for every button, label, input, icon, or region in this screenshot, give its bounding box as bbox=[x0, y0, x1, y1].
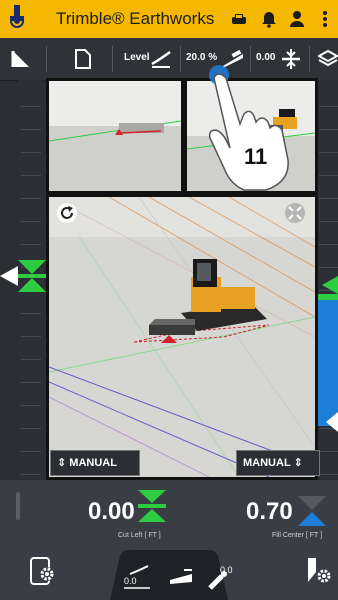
tap-gesture-hand-icon bbox=[208, 65, 289, 191]
left-caption: Cut Left [ FT ] bbox=[118, 532, 161, 539]
right-manual-label: MANUAL bbox=[243, 457, 291, 469]
reset-rotation-icon[interactable] bbox=[56, 202, 78, 224]
machine-settings-icon[interactable] bbox=[304, 556, 334, 586]
layers-icon[interactable] bbox=[318, 48, 338, 70]
page-indicator bbox=[156, 540, 196, 553]
guidance-segment bbox=[319, 153, 338, 176]
guidance-segment bbox=[21, 176, 41, 199]
arrow-updown-icon: ⇕ bbox=[57, 457, 67, 469]
main-3d-view[interactable] bbox=[46, 194, 318, 480]
guidance-segment bbox=[21, 360, 41, 383]
guidance-segment bbox=[21, 383, 41, 406]
guidance-segment bbox=[21, 130, 41, 153]
guidance-segment bbox=[319, 176, 338, 199]
fill-indicator-bar bbox=[316, 296, 338, 426]
guidance-segment bbox=[21, 153, 41, 176]
guidance-segment bbox=[319, 452, 338, 475]
toolbar-divider bbox=[180, 46, 181, 72]
more-vertical-icon[interactable] bbox=[318, 9, 332, 29]
guidance-segment bbox=[21, 337, 41, 360]
right-caption-unit: [ FT ] bbox=[305, 532, 323, 539]
right-caption: Fill Center [ FT ] bbox=[272, 532, 322, 539]
antenna-offset-icon[interactable]: 0.0 bbox=[206, 562, 236, 592]
fill-indicator-icon bbox=[298, 496, 326, 526]
right-caption-text: Fill Center bbox=[272, 532, 304, 539]
toolbar-divider bbox=[46, 46, 47, 72]
arrow-updown-icon: ⇕ bbox=[293, 457, 303, 469]
bell-icon[interactable] bbox=[259, 9, 279, 29]
app-bar: Trimble® Earthworks bbox=[0, 0, 338, 38]
plan-view-scene bbox=[49, 81, 181, 191]
guidance-segment bbox=[21, 429, 41, 452]
guidance-segment bbox=[21, 222, 41, 245]
level-settings-icon[interactable]: 0.0 bbox=[122, 562, 152, 592]
guidance-segment bbox=[319, 245, 338, 268]
device-settings-icon[interactable] bbox=[28, 556, 58, 586]
panel-handle-icon[interactable] bbox=[14, 492, 22, 520]
guidance-segment bbox=[319, 199, 338, 222]
user-icon[interactable] bbox=[287, 9, 307, 29]
left-caption-text: Cut Left bbox=[118, 532, 143, 539]
guidance-segment bbox=[21, 199, 41, 222]
file-icon[interactable] bbox=[72, 48, 94, 70]
left-manual-mode-button[interactable]: ⇕ MANUAL bbox=[50, 450, 140, 476]
toolbar-divider bbox=[309, 46, 310, 72]
app-title: Trimble® Earthworks bbox=[56, 9, 215, 28]
right-manual-mode-button[interactable]: MANUAL ⇕ bbox=[236, 450, 320, 476]
guidance-segment bbox=[21, 406, 41, 429]
left-on-grade-indicator bbox=[0, 260, 46, 292]
offset-value[interactable]: 0.00 bbox=[256, 52, 275, 63]
gesture-step-number: 11 bbox=[244, 144, 268, 169]
guidance-segment bbox=[319, 84, 338, 107]
guidance-segment bbox=[319, 107, 338, 130]
level-slope-icon[interactable] bbox=[150, 48, 172, 70]
main-3d-scene bbox=[49, 197, 315, 477]
left-cut-value: 0.00 bbox=[88, 498, 135, 525]
right-target-marker bbox=[326, 412, 338, 432]
svg-text:0.0: 0.0 bbox=[124, 576, 137, 586]
guidance-segment bbox=[21, 107, 41, 130]
collapse-view-icon[interactable] bbox=[284, 202, 306, 224]
right-on-grade-indicator bbox=[316, 276, 338, 300]
on-grade-indicator-icon bbox=[138, 490, 166, 522]
plan-view[interactable] bbox=[46, 78, 184, 194]
guidance-segment bbox=[319, 222, 338, 245]
layers-split-icon[interactable] bbox=[10, 48, 32, 70]
vehicle-icon[interactable] bbox=[229, 9, 249, 29]
right-fill-value: 0.70 bbox=[246, 498, 293, 525]
cross-slope-value[interactable]: 20.0 % bbox=[186, 52, 217, 63]
trimble-logo-icon[interactable] bbox=[6, 4, 28, 34]
guidance-segment bbox=[21, 314, 41, 337]
toolbar-divider bbox=[112, 46, 113, 72]
guidance-segment bbox=[21, 452, 41, 475]
guidance-segment bbox=[319, 130, 338, 153]
guidance-segment bbox=[21, 291, 41, 314]
level-label[interactable]: Level bbox=[124, 52, 150, 63]
guidance-segment bbox=[21, 84, 41, 107]
guidance-segment bbox=[319, 429, 338, 452]
blade-icon[interactable] bbox=[166, 562, 196, 592]
left-caption-unit: [ FT ] bbox=[144, 532, 161, 539]
left-manual-label: MANUAL bbox=[69, 457, 117, 469]
